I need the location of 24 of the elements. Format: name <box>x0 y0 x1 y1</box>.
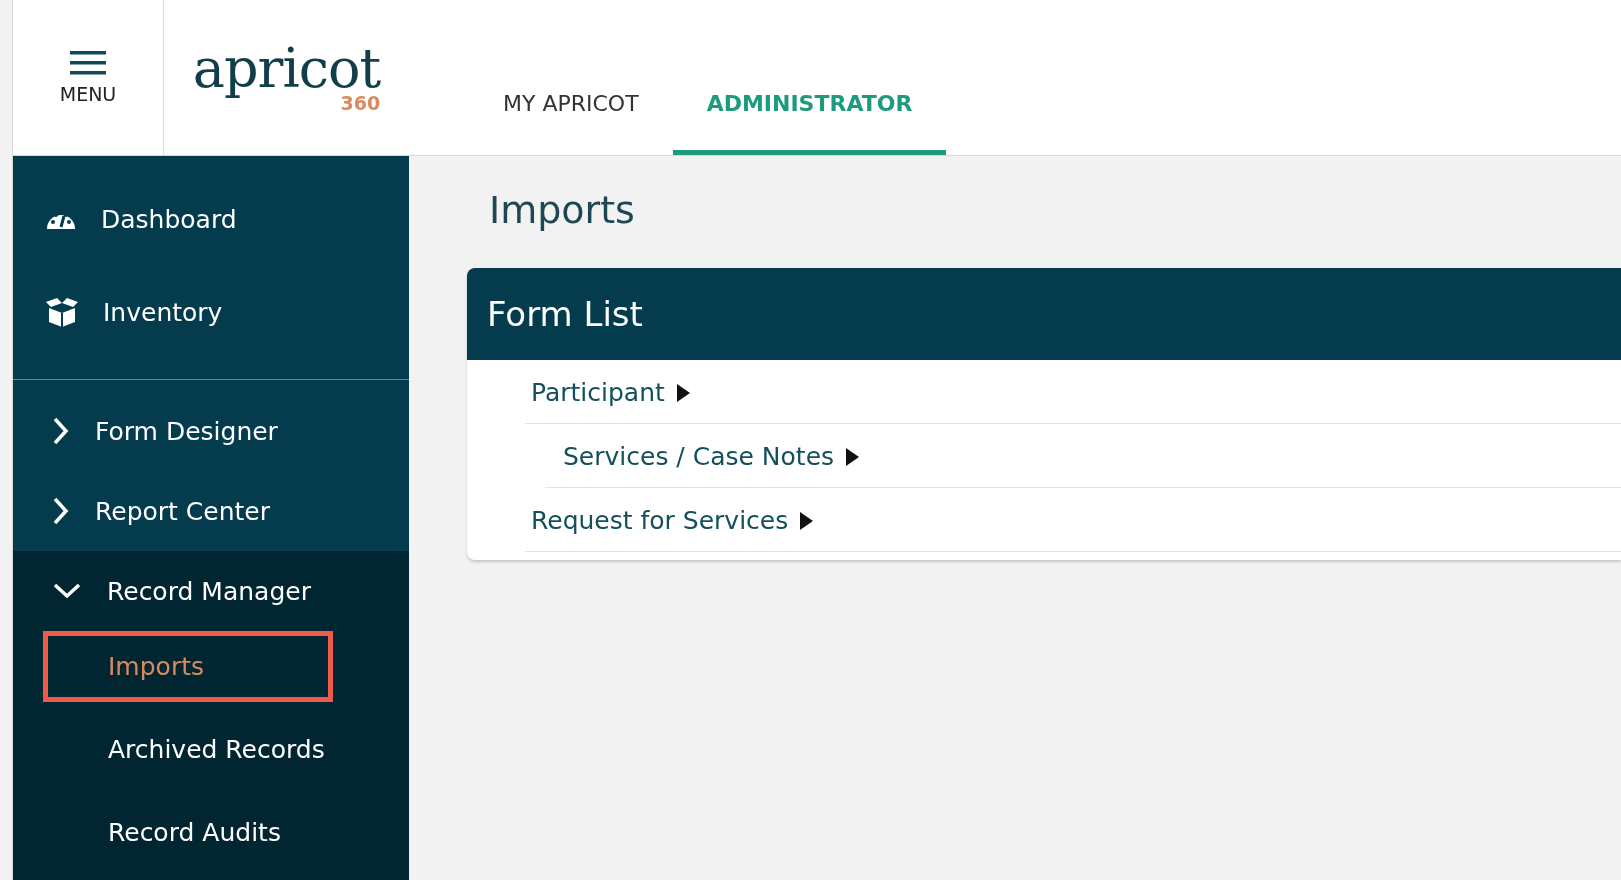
form-link[interactable]: Request for Services <box>525 488 1621 552</box>
sidebar-subitem[interactable]: Imports <box>43 631 333 702</box>
triangle-right-icon <box>846 447 860 466</box>
chevron-right-icon <box>53 417 69 445</box>
nav-tab[interactable]: MY APRICOT <box>469 0 673 155</box>
box-icon <box>45 296 79 329</box>
sidebar-item[interactable]: Dashboard <box>13 172 409 266</box>
sidebar-group[interactable]: Form Designer <box>13 391 409 471</box>
nav-tab[interactable]: ADMINISTRATOR <box>672 0 947 155</box>
card-title: Form List <box>467 268 1621 360</box>
page-title: Imports <box>489 188 636 232</box>
chevron-right-icon <box>53 497 69 525</box>
form-link[interactable]: Services / Case Notes <box>545 424 1621 488</box>
sidebar-subitem[interactable]: Record Audits <box>43 797 333 868</box>
logo: apricot 360 <box>191 35 382 116</box>
sidebar-subitem[interactable]: Archived Records <box>43 714 350 785</box>
triangle-right-icon <box>800 511 814 530</box>
sidebar-group[interactable]: Record Manager <box>13 551 409 631</box>
chevron-down-icon <box>53 583 81 599</box>
sidebar-group[interactable]: Report Center <box>13 471 409 551</box>
triangle-right-icon <box>676 383 690 402</box>
sidebar-item[interactable]: Inventory <box>13 265 409 359</box>
menu-icon <box>70 50 106 75</box>
form-link[interactable]: Participant <box>525 360 1621 424</box>
